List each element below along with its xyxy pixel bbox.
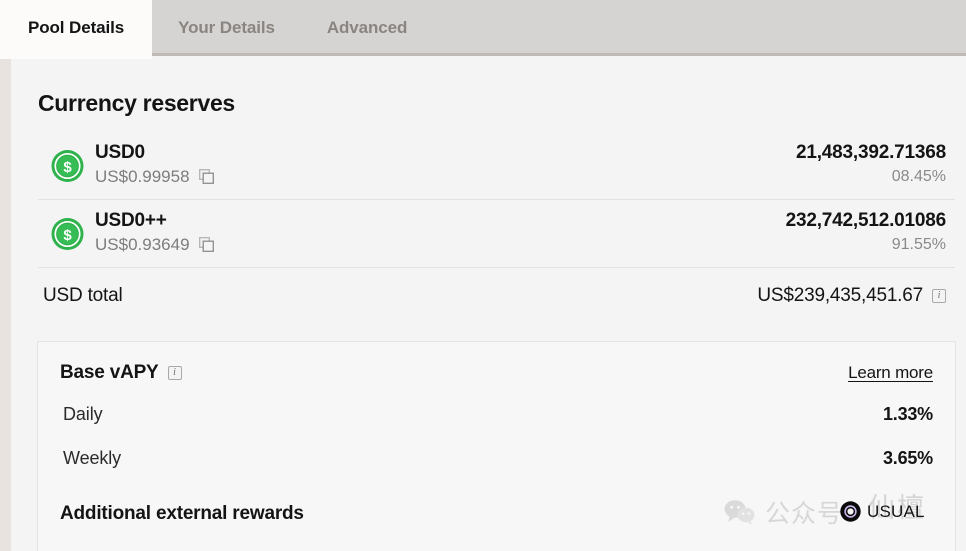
usd-total-value-wrap: US$239,435,451.67 i [757,285,946,307]
pool-details-body: Currency reserves $ USD0 US$0.99958 [11,56,966,551]
usual-badge[interactable]: USUAL [840,501,925,522]
token-price-line: US$0.99958 [95,166,214,187]
usd-total-row: USD total US$239,435,451.67 i [38,268,955,324]
token-price-line: US$0.93649 [95,234,214,255]
additional-external-rewards-title: Additional external rewards [60,503,304,525]
tab-advanced-label: Advanced [327,18,407,38]
reserve-amount-block: 232,742,512.01086 91.55% [786,209,946,255]
base-vapy-title: Base vAPY [60,362,159,384]
usual-logo-icon [840,501,861,522]
usd-total-label: USD total [43,285,123,307]
copy-icon[interactable] [199,237,214,252]
usd-total-value: US$239,435,451.67 [757,285,923,307]
usual-badge-label: USUAL [867,502,925,522]
pool-details-screen: Pool Details Your Details Advanced Curre… [0,0,966,551]
svg-text:$: $ [63,227,72,244]
coin-dollar-icon: $ [51,217,84,250]
svg-text:$: $ [63,159,72,176]
vapy-row-weekly: Weekly 3.65% [63,448,933,469]
tab-your-details-label: Your Details [178,18,275,38]
vapy-weekly-label: Weekly [63,448,121,469]
token-price: US$0.93649 [95,234,190,255]
reserve-row: $ USD0 US$0.99958 [38,132,955,200]
reserve-share: 08.45% [796,167,946,187]
reserve-amount: 232,742,512.01086 [786,209,946,233]
vapy-weekly-value: 3.65% [883,448,933,469]
info-icon[interactable]: i [168,366,182,380]
token-name: USD0 [95,141,214,164]
vapy-row-daily: Daily 1.33% [63,404,933,425]
left-gutter [0,56,11,551]
info-icon[interactable]: i [932,289,946,303]
tab-advanced[interactable]: Advanced [301,0,433,56]
page-title: Currency reserves [38,90,235,117]
currency-reserves-list: $ USD0 US$0.99958 [38,132,955,268]
vapy-daily-value: 1.33% [883,404,933,425]
tab-pool-details-label: Pool Details [28,18,124,38]
base-vapy-card: Base vAPY i Learn more Daily 1.33% Weekl… [37,341,956,551]
learn-more-link[interactable]: Learn more [848,363,933,383]
token-price: US$0.99958 [95,166,190,187]
reserve-row: $ USD0++ US$0.93649 [38,200,955,268]
coin-dollar-icon: $ [51,149,84,182]
token-info: USD0 US$0.99958 [95,141,214,187]
tab-pool-details[interactable]: Pool Details [0,0,152,56]
copy-icon[interactable] [199,169,214,184]
token-info: USD0++ US$0.93649 [95,209,214,255]
vapy-daily-label: Daily [63,404,103,425]
tab-bar: Pool Details Your Details Advanced [0,0,966,56]
tab-your-details[interactable]: Your Details [152,0,301,56]
base-vapy-title-wrap: Base vAPY i [60,362,182,384]
reserve-amount: 21,483,392.71368 [796,141,946,165]
reserve-amount-block: 21,483,392.71368 08.45% [796,141,946,187]
base-vapy-header: Base vAPY i Learn more [60,362,933,384]
token-name: USD0++ [95,209,214,232]
reserve-share: 91.55% [786,235,946,255]
